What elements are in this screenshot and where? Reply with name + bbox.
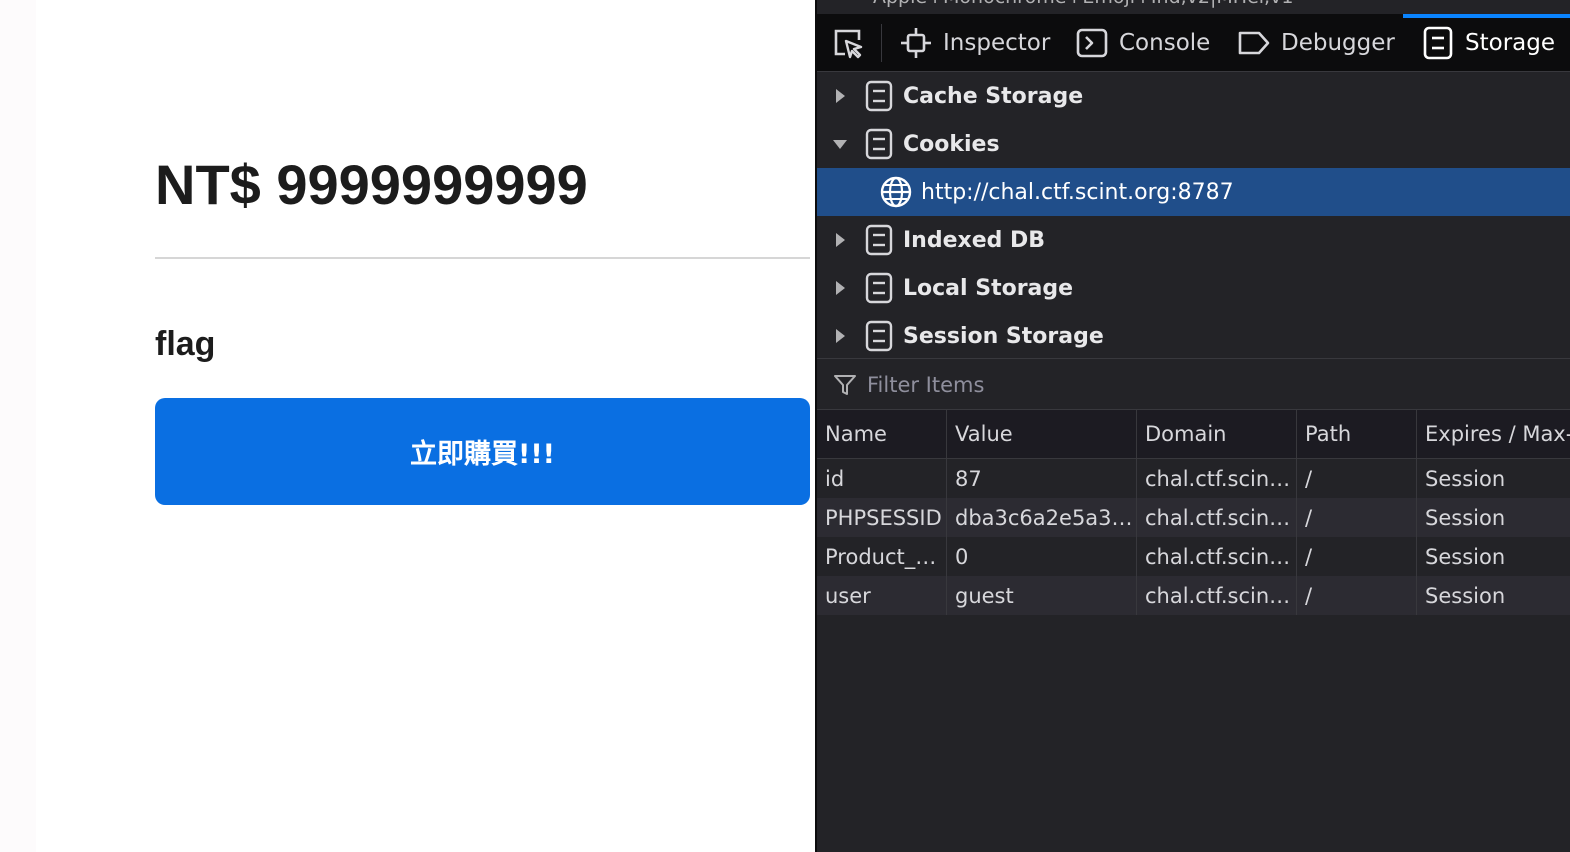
buy-now-button[interactable]: 立即購買!!! [155, 398, 810, 505]
table-row[interactable]: Product_… 0 chal.ctf.scin… / Session [817, 537, 1570, 576]
globe-icon [880, 176, 912, 208]
column-header-path[interactable]: Path [1297, 410, 1417, 458]
cell-value: 87 [947, 459, 1137, 498]
devtools-toolbar: Inspector Console Debugger Storage [817, 14, 1570, 72]
cell-path: / [1297, 459, 1417, 498]
element-picker-button[interactable] [831, 14, 871, 71]
toolbar-separator [881, 24, 882, 62]
element-picker-icon [834, 29, 863, 58]
cell-name: PHPSESSID [817, 498, 947, 537]
table-header-row: Name Value Domain Path Expires / Max-A [817, 410, 1570, 459]
tree-item-cookies[interactable]: Cookies [817, 120, 1570, 168]
cell-expires: Session [1425, 583, 1506, 608]
tab-console[interactable]: Console [1075, 14, 1210, 71]
cell-path: / [1297, 498, 1417, 537]
devtools-panel: Apple+Monochrome+Emoji+Ind,v2|MHei,v1 In… [815, 0, 1570, 852]
filter-items-input[interactable] [865, 371, 1469, 398]
expand-arrow-icon[interactable] [829, 232, 851, 248]
cell-expires: Session [1425, 544, 1506, 569]
tab-inspector[interactable]: Inspector [899, 14, 1050, 71]
table-row[interactable]: id 87 chal.ctf.scin… / Session [817, 459, 1570, 498]
cell-domain: chal.ctf.scin… [1137, 498, 1297, 537]
tree-item-label: Cache Storage [903, 83, 1084, 109]
tree-item-session-storage[interactable]: Session Storage [817, 312, 1570, 360]
tab-console-label: Console [1119, 29, 1211, 56]
expand-arrow-icon[interactable] [829, 88, 851, 104]
storage-icon [1421, 26, 1455, 60]
tree-item-label: Session Storage [903, 323, 1104, 349]
cell-name: id [817, 459, 947, 498]
tab-storage[interactable]: Storage [1403, 14, 1570, 71]
product-name: flag [155, 325, 216, 363]
cell-path: / [1297, 576, 1417, 615]
storage-icon [865, 128, 893, 160]
tree-item-indexed-db[interactable]: Indexed DB [817, 216, 1570, 264]
divider [155, 257, 810, 259]
storage-icon [865, 224, 893, 256]
tab-inspector-label: Inspector [943, 29, 1051, 56]
product-price: NT$ 9999999999 [155, 153, 588, 216]
tab-storage-label: Storage [1465, 29, 1555, 56]
cell-domain: chal.ctf.scin… [1137, 459, 1297, 498]
tree-item-local-storage[interactable]: Local Storage [817, 264, 1570, 312]
cell-expires: Session [1425, 466, 1506, 491]
console-icon [1075, 26, 1109, 60]
tab-debugger[interactable]: Debugger [1237, 14, 1395, 71]
cell-value: dba3c6a2e5a3… [947, 498, 1137, 537]
table-row[interactable]: PHPSESSID dba3c6a2e5a3… chal.ctf.scin… /… [817, 498, 1570, 537]
storage-icon [865, 272, 893, 304]
cell-name: user [817, 576, 947, 615]
page-edge [0, 0, 36, 852]
storage-icon [865, 80, 893, 112]
tree-item-label: Local Storage [903, 275, 1074, 301]
cell-domain: chal.ctf.scin… [1137, 576, 1297, 615]
cell-value: 0 [947, 537, 1137, 576]
expand-arrow-icon[interactable] [829, 280, 851, 296]
tree-item-cookie-host[interactable]: http://chal.ctf.scint.org:8787 [817, 168, 1570, 216]
cell-name: Product_… [817, 537, 947, 576]
cookie-host-label: http://chal.ctf.scint.org:8787 [921, 179, 1234, 205]
tree-item-label: Indexed DB [903, 227, 1046, 253]
column-header-name[interactable]: Name [817, 410, 947, 458]
cell-value: guest [947, 576, 1137, 615]
column-header-domain[interactable]: Domain [1137, 410, 1297, 458]
cell-domain: chal.ctf.scin… [1137, 537, 1297, 576]
overflow-text: Apple+Monochrome+Emoji+Ind,v2|MHei,v1 [873, 0, 1293, 8]
tree-item-label: Cookies [903, 131, 1000, 157]
collapse-arrow-icon[interactable] [829, 138, 851, 150]
inspector-icon [899, 26, 933, 60]
cell-expires: Session [1425, 505, 1506, 530]
expand-arrow-icon[interactable] [829, 328, 851, 344]
web-page: NT$ 9999999999 flag 立即購買!!! [0, 0, 815, 852]
column-header-value[interactable]: Value [947, 410, 1137, 458]
column-header-expires[interactable]: Expires / Max-A [1417, 410, 1570, 458]
tree-item-cache-storage[interactable]: Cache Storage [817, 72, 1570, 120]
filter-bar [817, 360, 1570, 410]
table-row[interactable]: user guest chal.ctf.scin… / Session [817, 576, 1570, 615]
divider [817, 358, 1570, 359]
cell-path: / [1297, 537, 1417, 576]
storage-icon [865, 320, 893, 352]
cookies-table: Name Value Domain Path Expires / Max-A i… [817, 410, 1570, 615]
debugger-icon [1237, 26, 1271, 60]
tab-debugger-label: Debugger [1281, 29, 1395, 56]
storage-tree: Cache Storage Cookies http://chal.ctf.sc… [817, 72, 1570, 360]
filter-icon [834, 374, 856, 395]
